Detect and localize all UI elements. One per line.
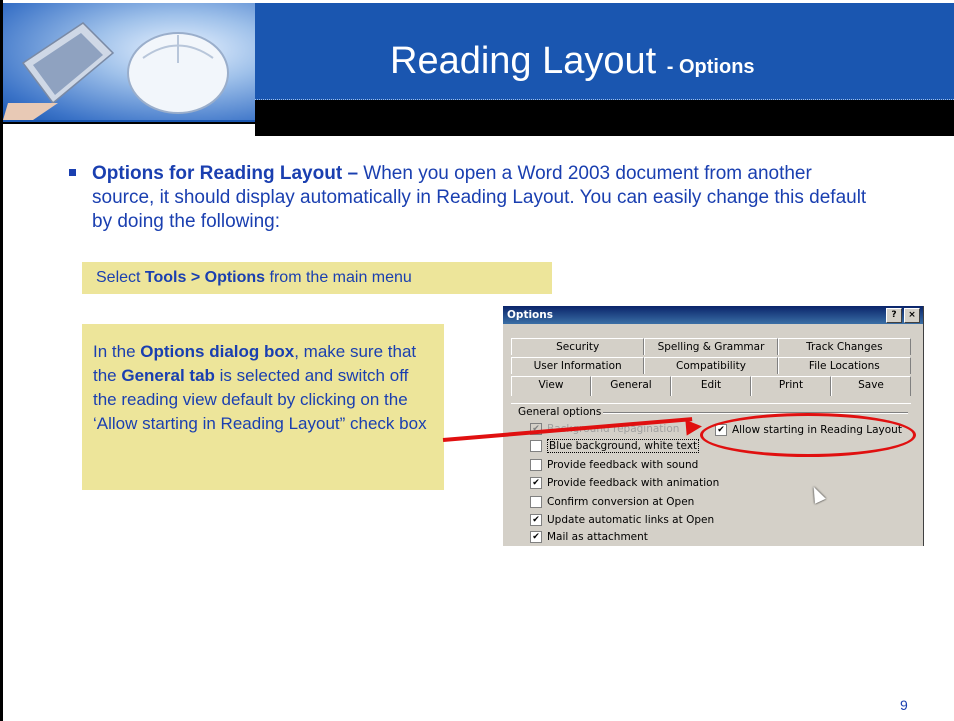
slide-title: Reading Layout - Options [390, 40, 755, 83]
option-label: Mail as attachment [547, 531, 648, 543]
bullet-text: Options for Reading Layout – When you op… [92, 162, 872, 234]
option-feedback-animation[interactable]: ✔ Provide feedback with animation [530, 475, 719, 491]
page-number: 9 [900, 697, 908, 713]
slide: Reading Layout - Options Options for Rea… [0, 0, 954, 721]
tab-track-changes[interactable]: Track Changes [777, 338, 911, 355]
instruction-box-1: Select Tools > Options from the main men… [82, 262, 552, 294]
checkbox-unchecked-icon [530, 496, 542, 508]
laptop-mouse-photo-icon [3, 22, 229, 120]
option-label: Confirm conversion at Open [547, 496, 695, 508]
note2-b2: General tab [121, 366, 215, 385]
option-confirm-conversion[interactable]: Confirm conversion at Open [530, 494, 694, 510]
checkbox-checked-icon: ✔ [530, 477, 542, 489]
instruction-box-2: In the Options dialog box, make sure tha… [82, 324, 444, 490]
dialog-title-bar: Options ? × [503, 306, 923, 324]
tab-spelling-grammar[interactable]: Spelling & Grammar [644, 338, 778, 355]
option-mail-attachment[interactable]: ✔ Mail as attachment [530, 529, 648, 545]
tab-file-locations[interactable]: File Locations [777, 357, 911, 374]
tab-panel-edge [511, 403, 911, 404]
tab-edit[interactable]: Edit [671, 376, 751, 396]
help-button[interactable]: ? [886, 308, 902, 323]
checkbox-checked-icon: ✔ [530, 531, 542, 543]
header-dotted-rule [255, 99, 954, 101]
title-suffix: - Options [666, 56, 755, 78]
tab-compatibility[interactable]: Compatibility [644, 357, 778, 374]
tab-print[interactable]: Print [751, 376, 831, 396]
option-label: Provide feedback with sound [547, 459, 699, 471]
option-label: Provide feedback with animation [547, 477, 720, 489]
note1-pre: Select [96, 269, 141, 286]
option-label: Update automatic links at Open [547, 514, 715, 526]
option-update-links[interactable]: ✔ Update automatic links at Open [530, 512, 714, 528]
bullet-square-icon [69, 169, 76, 176]
tab-view[interactable]: View [511, 376, 591, 396]
group-label: General options [518, 406, 602, 418]
checkbox-unchecked-icon [530, 459, 542, 471]
bullet-lead: Options for Reading Layout – [92, 163, 359, 184]
frame-left [0, 0, 3, 721]
title-main: Reading Layout [390, 40, 657, 82]
header-dark-bar [255, 100, 954, 136]
option-blue-background[interactable]: Blue background, white text [530, 438, 700, 454]
option-feedback-sound[interactable]: Provide feedback with sound [530, 457, 698, 473]
note2-p1: In the [93, 342, 136, 361]
tab-save[interactable]: Save [831, 376, 911, 396]
tab-row-2: User Information Compatibility File Loca… [511, 357, 911, 374]
tab-row-1: Security Spelling & Grammar Track Change… [511, 338, 911, 355]
tab-security[interactable]: Security [511, 338, 645, 355]
checkbox-checked-icon: ✔ [530, 514, 542, 526]
tab-general[interactable]: General [591, 376, 671, 396]
tab-row-3: View General Edit Print Save [511, 376, 911, 396]
note1-bold: Tools > Options [144, 269, 266, 286]
note2-b1: Options dialog box [140, 342, 295, 361]
bullet-item: Options for Reading Layout – When you op… [69, 162, 872, 234]
mouse-cursor-icon [808, 484, 826, 504]
header-photo [3, 3, 255, 120]
group-rule [603, 412, 908, 414]
checkbox-unchecked-icon [530, 440, 542, 452]
close-button[interactable]: × [904, 308, 920, 323]
note1-post: from the main menu [269, 269, 412, 286]
dialog-title: Options [507, 309, 553, 321]
option-label: Blue background, white text [547, 439, 700, 453]
annotation-ellipse [700, 413, 916, 457]
header-line [3, 122, 255, 138]
tab-user-information[interactable]: User Information [511, 357, 645, 374]
